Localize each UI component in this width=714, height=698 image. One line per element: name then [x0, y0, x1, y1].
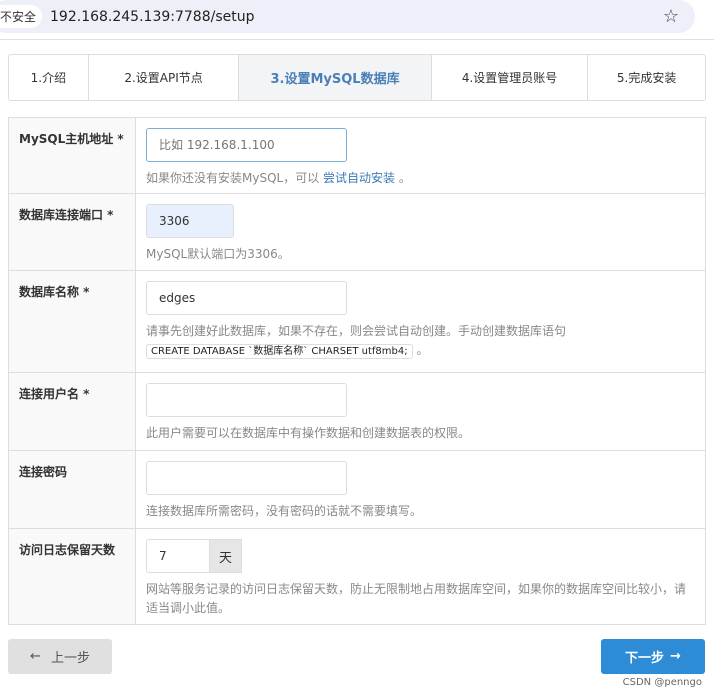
prev-label: 上一步 — [50, 651, 90, 666]
arrow-right-icon: → — [670, 649, 681, 664]
password-label: 连接密码 — [9, 451, 136, 528]
host-input[interactable] — [146, 128, 347, 162]
step-api-node[interactable]: 2.设置API节点 — [89, 55, 240, 100]
next-label: 下一步 — [625, 651, 665, 666]
bookmark-star-icon[interactable]: ☆ — [663, 6, 679, 27]
row-log-days: 访问日志保留天数 天 网站等服务记录的访问日志保留天数，防止无限制地占用数据库空… — [9, 529, 705, 624]
user-help: 此用户需要可以在数据库中有操作数据和创建数据表的权限。 — [146, 426, 471, 440]
row-dbname: 数据库名称 * 请事先创建好此数据库，如果不存在，则会尝试自动创建。手动创建数据… — [9, 271, 705, 373]
create-db-sql: CREATE DATABASE `数据库名称` CHARSET utf8mb4; — [146, 344, 413, 359]
dbname-label: 数据库名称 * — [9, 271, 136, 372]
arrow-left-icon: ← — [30, 649, 41, 664]
log-days-input[interactable] — [146, 539, 210, 573]
password-input[interactable] — [146, 461, 347, 495]
port-input[interactable] — [146, 204, 234, 238]
security-badge[interactable]: 不安全 — [0, 5, 43, 28]
host-help: 如果你还没有安装MySQL，可以 — [146, 171, 320, 185]
row-port: 数据库连接端口 * MySQL默认端口为3306。 — [9, 194, 705, 271]
host-label: MySQL主机地址 * — [9, 118, 136, 193]
mysql-form: MySQL主机地址 * 如果你还没有安装MySQL，可以 尝试自动安装 。 数据… — [8, 117, 706, 625]
step-intro[interactable]: 1.介绍 — [9, 55, 89, 100]
user-input[interactable] — [146, 383, 347, 417]
divider — [0, 39, 714, 40]
port-label: 数据库连接端口 * — [9, 194, 136, 270]
row-password: 连接密码 连接数据库所需密码，没有密码的话就不需要填写。 — [9, 451, 705, 529]
host-help-end: 。 — [398, 171, 411, 185]
setup-steps: 1.介绍 2.设置API节点 3.设置MySQL数据库 4.设置管理员账号 5.… — [8, 54, 706, 101]
step-mysql[interactable]: 3.设置MySQL数据库 — [239, 55, 432, 100]
dbname-input[interactable] — [146, 281, 347, 315]
log-days-label: 访问日志保留天数 — [9, 529, 136, 624]
row-user: 连接用户名 * 此用户需要可以在数据库中有操作数据和创建数据表的权限。 — [9, 373, 705, 451]
step-finish[interactable]: 5.完成安装 — [588, 55, 705, 100]
password-help: 连接数据库所需密码，没有密码的话就不需要填写。 — [146, 504, 423, 518]
step-admin[interactable]: 4.设置管理员账号 — [432, 55, 589, 100]
url-text[interactable]: 192.168.245.139:7788/setup — [50, 9, 254, 25]
dbname-help: 请事先创建好此数据库，如果不存在，则会尝试自动创建。手动创建数据库语句 — [146, 324, 567, 338]
watermark: CSDN @penngo — [622, 677, 702, 688]
next-button[interactable]: 下一步 → — [601, 639, 705, 674]
days-unit: 天 — [210, 539, 242, 573]
dbname-help-end: 。 — [416, 343, 429, 357]
address-bar[interactable]: 不安全 192.168.245.139:7788/setup ☆ — [0, 0, 695, 33]
prev-button[interactable]: ← 上一步 — [8, 639, 112, 674]
port-help: MySQL默认端口为3306。 — [146, 247, 290, 261]
log-days-help: 网站等服务记录的访问日志保留天数，防止无限制地占用数据库空间，如果你的数据库空间… — [146, 582, 687, 615]
user-label: 连接用户名 * — [9, 373, 136, 450]
row-host: MySQL主机地址 * 如果你还没有安装MySQL，可以 尝试自动安装 。 — [9, 118, 705, 194]
auto-install-link[interactable]: 尝试自动安装 — [323, 171, 395, 185]
